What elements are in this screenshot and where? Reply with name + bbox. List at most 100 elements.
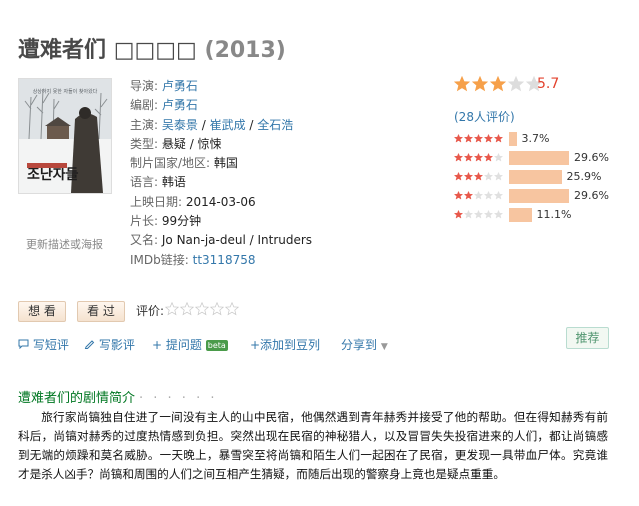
director-link[interactable]: 卢勇石 <box>162 79 198 93</box>
info-language: 语言: 韩语 <box>130 175 186 190</box>
rating-score: 5.7 <box>537 76 560 92</box>
add-doulist-action[interactable]: +添加到豆列 <box>250 336 320 353</box>
poster-title-text: 조난자들 <box>27 166 79 183</box>
distribution-percent: 3.7% <box>521 132 550 145</box>
mini-star-empty-icon <box>494 153 503 162</box>
rate-star-empty-icon[interactable] <box>180 302 194 316</box>
rating-distribution-row: 25.9% <box>454 167 609 186</box>
mini-stars <box>454 153 506 162</box>
caret-down-icon: ▼ <box>380 342 388 352</box>
distribution-percent: 29.6% <box>574 189 609 202</box>
update-poster-link[interactable]: 更新描述或海报 <box>26 236 103 252</box>
poster-tagline: 상상하지 못한 자들이 찾아왔다 <box>33 88 98 95</box>
mini-stars <box>454 134 506 143</box>
rating-stars <box>454 76 544 92</box>
short-review-action[interactable]: 写短评 <box>18 336 69 353</box>
mini-star-filled-icon <box>474 172 483 181</box>
rate-stars-input[interactable] <box>165 302 240 316</box>
imdb-link[interactable]: tt3118758 <box>193 253 256 267</box>
movie-poster[interactable]: 상상하지 못한 자들이 찾아왔다 조난자들 <box>18 78 112 194</box>
title-main: 遭难者们 <box>18 38 107 63</box>
rating-votes-link[interactable]: (28人评价) <box>454 108 515 125</box>
distribution-bar <box>509 131 517 146</box>
mini-star-empty-icon <box>494 172 503 181</box>
mini-star-filled-icon <box>454 153 463 162</box>
distribution-bar <box>509 188 569 203</box>
distribution-bar <box>509 150 569 165</box>
mini-star-empty-icon <box>494 210 503 219</box>
share-action[interactable]: 分享到 ▼ <box>341 336 388 353</box>
rate-star-empty-icon[interactable] <box>225 302 239 316</box>
mini-star-empty-icon <box>484 172 493 181</box>
title-year: (2013) <box>204 38 286 63</box>
synopsis-text: 旅行家尚镐独自住进了一间没有主人的山中民宿，他偶然遇到青年赫秀并接受了他的帮助。… <box>18 410 608 481</box>
comment-icon <box>18 339 29 350</box>
mini-star-empty-icon <box>484 191 493 200</box>
info-cast: 主演: 吴泰景 / 崔武成 / 全石浩 <box>130 117 294 132</box>
watched-button[interactable]: 看 过 <box>77 301 125 322</box>
info-writer: 编剧: 卢勇石 <box>130 98 198 113</box>
distribution-bar <box>509 207 532 222</box>
mini-star-filled-icon <box>454 191 463 200</box>
poster-image: 상상하지 못한 자들이 찾아왔다 조난자들 <box>19 79 111 193</box>
distribution-percent: 25.9% <box>566 170 602 183</box>
movie-info: 导演: 卢勇石 编剧: 卢勇石 主演: 吴泰景 / 崔武成 / 全石浩 类型: … <box>130 77 312 270</box>
mini-stars <box>454 210 506 219</box>
info-director: 导演: 卢勇石 <box>130 79 198 93</box>
distribution-percent: 29.6% <box>574 151 609 164</box>
rating-distribution-row: 29.6% <box>454 148 609 167</box>
mini-stars <box>454 172 506 181</box>
mini-star-filled-icon <box>474 134 483 143</box>
synopsis-heading: 遭难者们的剧情简介 · · · · · · <box>18 391 218 406</box>
distribution-percent: 11.1% <box>536 208 572 221</box>
page-title: 遭难者们 □□□□ (2013) <box>18 32 286 64</box>
mini-star-filled-icon <box>484 153 493 162</box>
rate-star-empty-icon[interactable] <box>195 302 209 316</box>
info-imdb: IMDb链接: tt3118758 <box>130 252 256 267</box>
mini-star-filled-icon <box>464 134 473 143</box>
star-filled-icon <box>472 76 488 92</box>
cast-link-2[interactable]: 崔武成 <box>210 118 246 132</box>
mini-star-filled-icon <box>454 210 463 219</box>
plus-icon: + <box>152 338 163 352</box>
rating-distribution-row: 3.7% <box>454 129 609 148</box>
mini-star-empty-icon <box>494 191 503 200</box>
writer-link[interactable]: 卢勇石 <box>162 98 198 112</box>
info-release: 上映日期: 2014-03-06 <box>130 194 256 209</box>
rating-distribution-row: 11.1% <box>454 205 609 224</box>
mini-star-filled-icon <box>464 153 473 162</box>
cast-link-1[interactable]: 吴泰景 <box>162 118 198 132</box>
rating-distribution: 3.7% 29.6% 25.9% 29.6% 11.1% <box>454 129 609 224</box>
ask-question-action[interactable]: + 提问题 beta <box>152 336 228 353</box>
mini-star-filled-icon <box>464 191 473 200</box>
write-review-action[interactable]: 写影评 <box>84 336 135 353</box>
mini-star-filled-icon <box>494 134 503 143</box>
info-genre: 类型: 悬疑 / 惊悚 <box>130 136 222 151</box>
distribution-bar <box>509 169 562 184</box>
info-country: 制片国家/地区: 韩国 <box>130 156 238 171</box>
cast-link-3[interactable]: 全石浩 <box>257 118 293 132</box>
mini-stars <box>454 191 506 200</box>
mini-star-empty-icon <box>474 191 483 200</box>
rating-distribution-row: 29.6% <box>454 186 609 205</box>
star-empty-icon <box>508 76 524 92</box>
mini-star-filled-icon <box>474 153 483 162</box>
info-aka: 又名: Jo Nan-ja-deul / Intruders <box>130 233 313 248</box>
pencil-icon <box>84 340 95 349</box>
beta-badge: beta <box>205 340 228 351</box>
mini-star-filled-icon <box>484 134 493 143</box>
mini-star-empty-icon <box>464 210 473 219</box>
mini-star-filled-icon <box>454 134 463 143</box>
rate-label: 评价: <box>136 304 165 318</box>
mini-star-filled-icon <box>454 172 463 181</box>
rate-star-empty-icon[interactable] <box>165 302 179 316</box>
info-runtime: 片长: 99分钟 <box>130 214 202 229</box>
want-to-watch-button[interactable]: 想 看 <box>18 301 66 322</box>
mini-star-empty-icon <box>474 210 483 219</box>
mini-star-empty-icon <box>484 210 493 219</box>
star-filled-icon <box>454 76 470 92</box>
recommend-button[interactable]: 推荐 <box>566 327 609 349</box>
rate-star-empty-icon[interactable] <box>210 302 224 316</box>
star-filled-icon <box>490 76 506 92</box>
title-foreign: □□□□ <box>113 38 197 63</box>
